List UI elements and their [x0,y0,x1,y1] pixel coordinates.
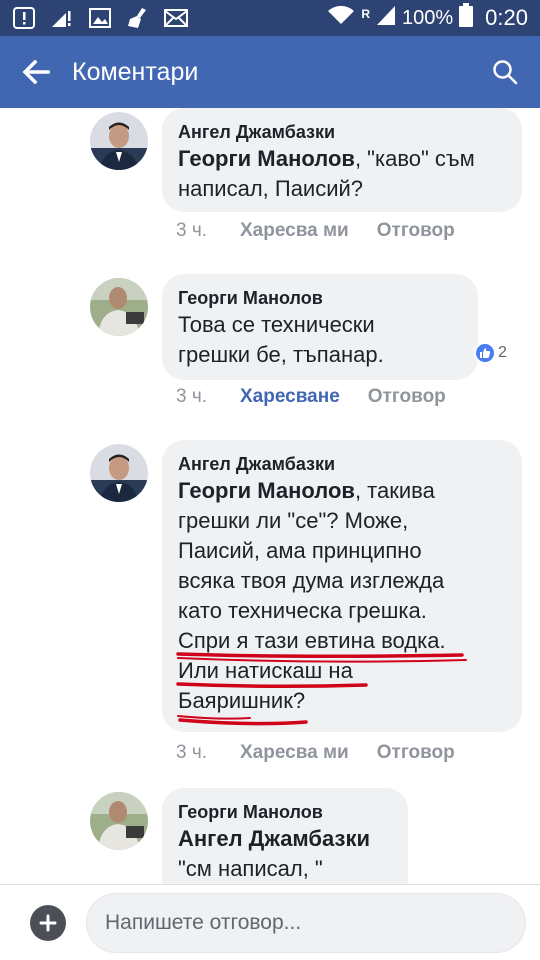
clock: 0:20 [485,5,528,30]
comment-text-line: написал, Паисий? [178,176,364,201]
like-reaction-icon [474,342,496,364]
like-button[interactable]: Харесва ми [240,220,349,242]
comment-time: 3 ч. [176,220,208,241]
battery-percent: 100% [402,6,454,29]
broom-icon [126,7,150,29]
reply-button[interactable]: Отговор [368,386,446,408]
comment-text-line: "см написал, " [178,856,323,881]
comment-text-line: Това се технически [178,312,375,337]
search-icon [493,60,518,85]
add-attachment-button[interactable] [30,904,66,941]
comment-time: 3 ч. [176,386,208,407]
reply-composer: Напишете отговор... [0,884,540,960]
reaction-number: 2 [498,344,507,361]
like-button[interactable]: Харесване [240,386,340,408]
comment-author[interactable]: Георги Манолов [178,800,390,824]
reaction-count[interactable]: 2 [474,342,507,364]
comment-time: 3 ч. [176,742,208,763]
comment-bubble[interactable]: Георги Манолов Това се технически грешки… [162,274,478,380]
comments-list[interactable]: Ангел Джамбазки Георги Манолов, "каво" с… [0,108,540,884]
comment-text-line: грешки бе, тъпанар. [178,342,384,367]
wifi-icon [327,4,355,32]
red-underline-marks [176,652,467,726]
reply-button[interactable]: Отговор [377,742,455,764]
comment-bubble[interactable]: Георги Манолов Ангел Джамбазки "см напис… [162,788,408,884]
roaming-indicator: R [361,7,371,21]
reply-button[interactable]: Отговор [377,220,455,242]
notification-icons [12,7,188,29]
avatar[interactable] [90,278,148,336]
comment-actions: 3 ч. Харесване Отговор [176,386,446,408]
comment-actions: 3 ч. Харесва ми Отговор [176,742,455,764]
back-button[interactable] [0,36,72,108]
like-button[interactable]: Харесва ми [240,742,349,764]
plus-icon [39,914,57,931]
arrow-left-icon [22,60,50,84]
battery-icon [459,3,474,33]
alert-icon [12,7,36,29]
mail-icon [164,7,188,29]
comment-author[interactable]: Ангел Джамбазки [178,120,504,144]
cell-signal-icon [376,4,396,32]
image-icon [88,7,112,29]
signal-alert-icon [50,7,74,29]
mention-link[interactable]: Георги Манолов [178,146,355,171]
comment-text: Георги Манолов, "каво" съм [178,146,475,171]
status-bar: R 100% 0:20 [0,0,540,36]
avatar[interactable] [90,792,148,850]
reply-input[interactable]: Напишете отговор... [86,892,526,953]
page-title: Коментари [72,57,199,86]
comment-author[interactable]: Георги Манолов [178,286,460,310]
comment-actions: 3 ч. Харесва ми Отговор [176,220,455,242]
search-button[interactable] [470,36,540,108]
comment-bubble[interactable]: Ангел Джамбазки Георги Манолов, "каво" с… [162,108,522,212]
app-bar: Коментари [0,36,540,108]
mention-link[interactable]: Ангел Джамбазки [178,826,370,851]
system-status: R 100% 0:20 [327,3,528,33]
avatar[interactable] [90,112,148,170]
comment-text: Ангел Джамбазки [178,824,390,854]
